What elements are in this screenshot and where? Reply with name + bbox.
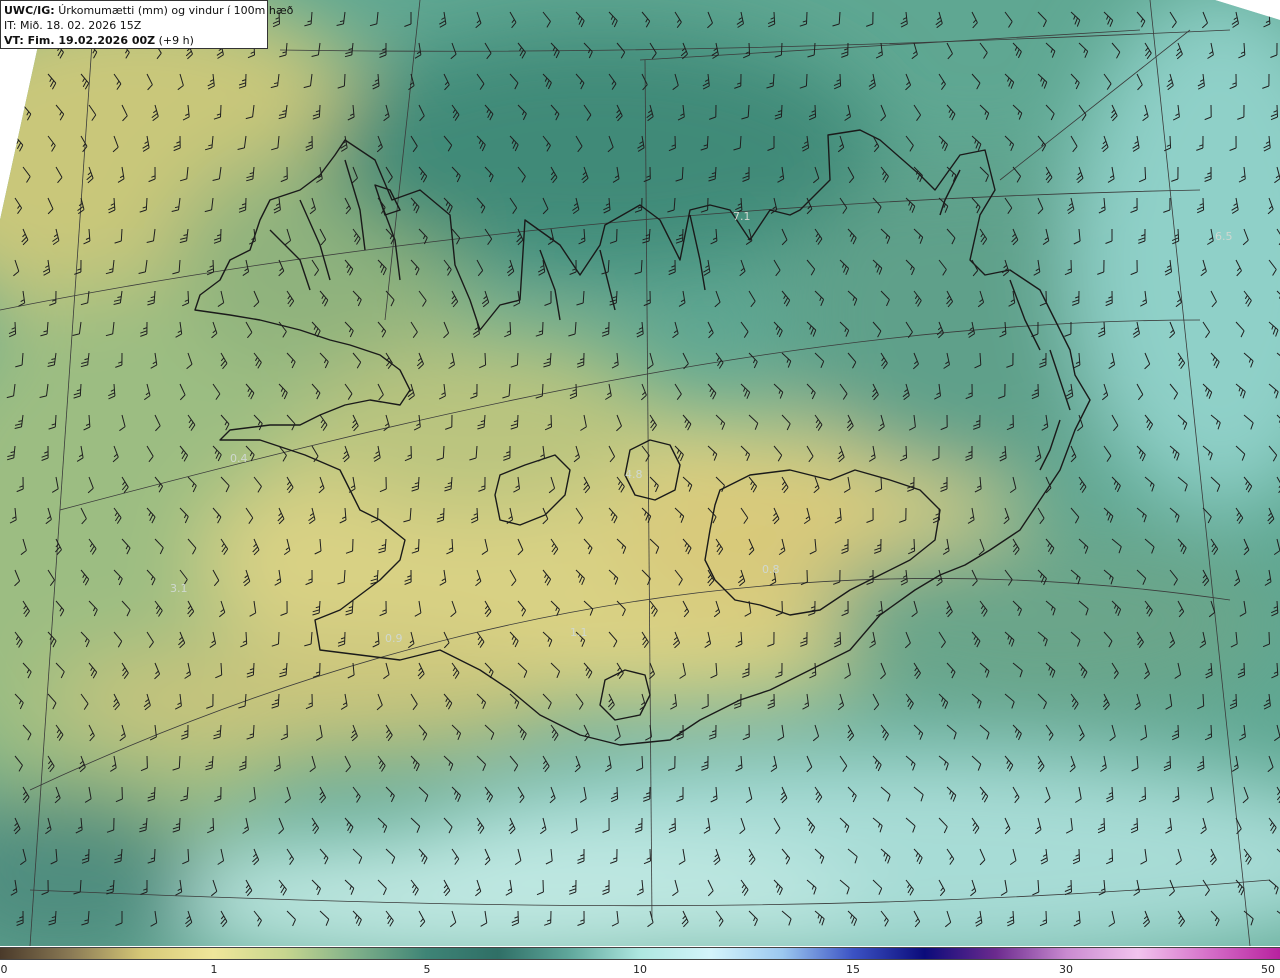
point-value: 4.8 xyxy=(625,468,643,481)
point-value: 0.9 xyxy=(385,632,403,645)
colorbar-tick-label: 30 xyxy=(1059,963,1073,976)
point-value: 6.5 xyxy=(1215,230,1233,243)
colorbar-tick-label: 5 xyxy=(423,963,431,976)
product-code: UWC/IG: xyxy=(4,4,55,17)
product-title-line: UWC/IG: Úrkomumætti (mm) og vindur í 100… xyxy=(4,3,293,18)
colorbar-tick-label: 0 xyxy=(0,963,8,976)
map-title: Úrkomumætti (mm) og vindur í 100m hæð xyxy=(58,4,294,17)
point-value: 7.1 xyxy=(733,210,751,223)
colorbar-tick-label: 10 xyxy=(633,963,647,976)
colorbar-tick-label: 15 xyxy=(846,963,860,976)
colorbar: 0 1 5 10 15 30 50 xyxy=(0,946,1280,978)
valid-time-line: VT: Fim. 19.02.2026 00Z (+9 h) xyxy=(4,33,264,48)
point-value: 0.4 xyxy=(230,452,248,465)
valid-time: VT: Fim. 19.02.2026 00Z xyxy=(4,34,156,47)
point-value: 1.1 xyxy=(570,626,588,639)
colorbar-tick-label: 50 xyxy=(1261,963,1275,976)
map-info-box: UWC/IG: Úrkomumætti (mm) og vindur í 100… xyxy=(0,0,293,49)
colorbar-gradient xyxy=(0,947,1280,960)
point-value: 3.1 xyxy=(170,582,188,595)
weather-map: 7.1 3.1 0.8 4.8 6.5 1.1 0.4 0.9 xyxy=(0,0,1280,946)
colorbar-tick-label: 1 xyxy=(210,963,218,976)
wind-barb xyxy=(14,73,23,90)
issue-time: IT: Mið. 18. 02. 2026 15Z xyxy=(4,19,142,32)
lead-time: (+9 h) xyxy=(158,34,194,47)
point-value: 0.8 xyxy=(762,563,780,576)
